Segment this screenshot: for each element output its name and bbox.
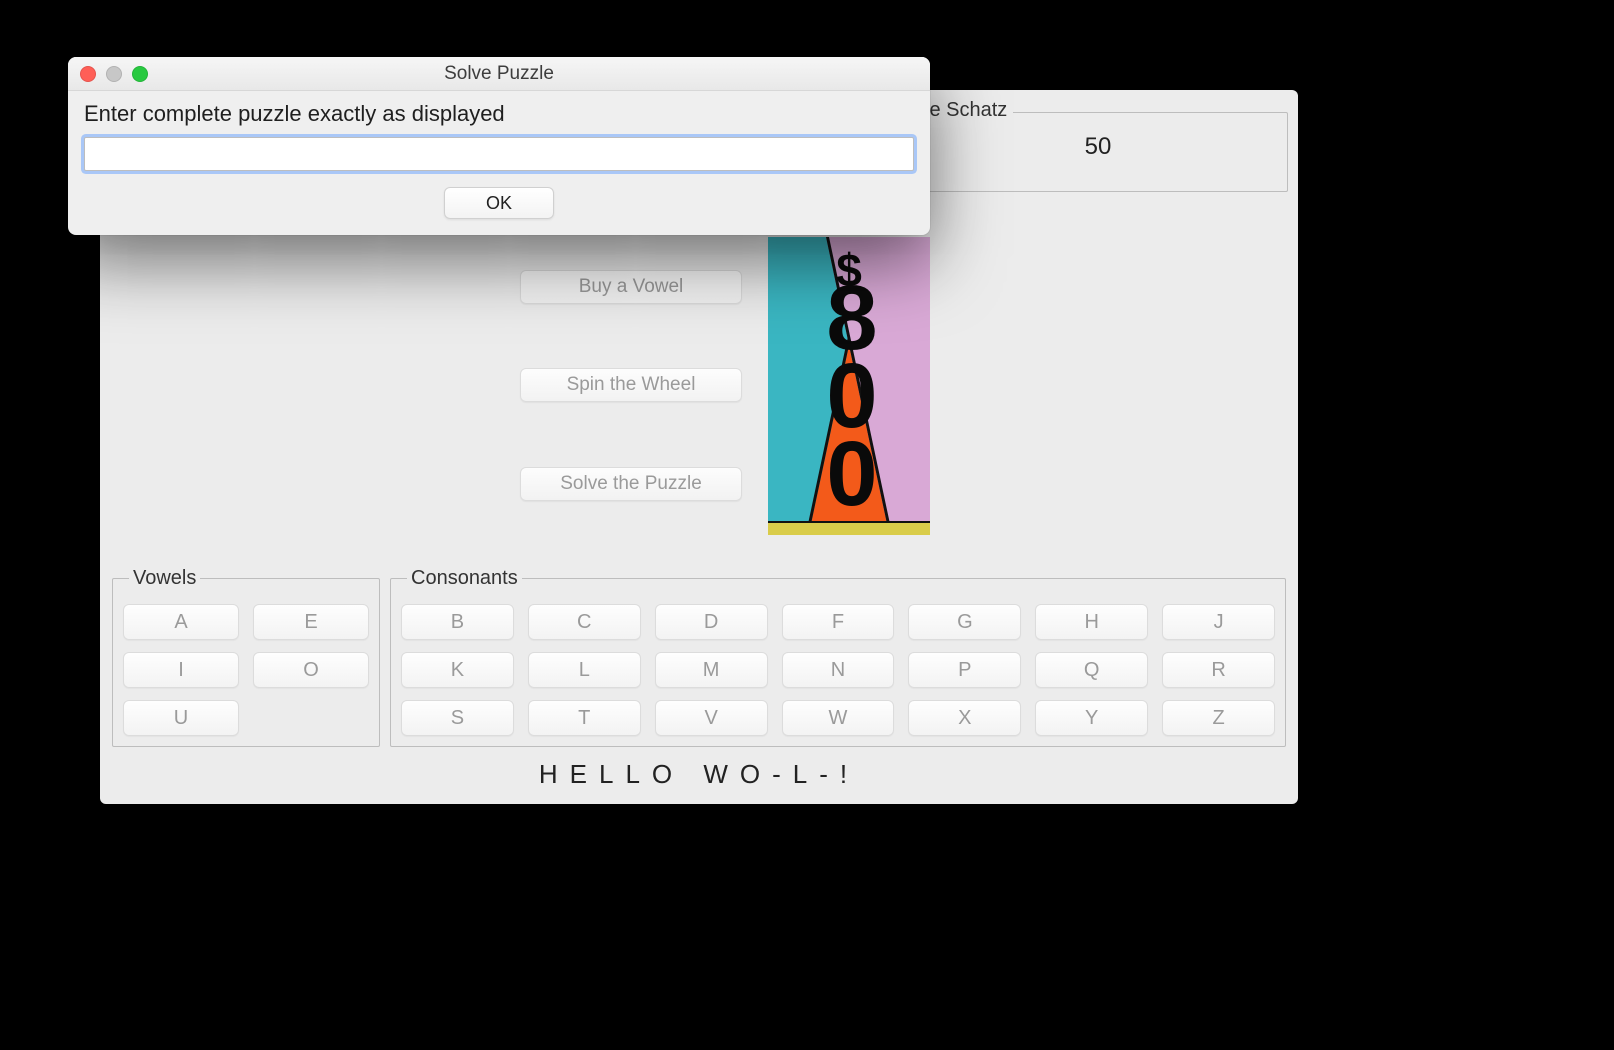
solve-puzzle-dialog: Solve Puzzle Enter complete puzzle exact… bbox=[68, 57, 930, 235]
letter-button-g[interactable]: G bbox=[908, 604, 1021, 640]
letter-button-p[interactable]: P bbox=[908, 652, 1021, 688]
wheel-amount: 800 bbox=[778, 279, 920, 513]
vowels-grid: AEIOU bbox=[123, 604, 369, 736]
letter-button-y[interactable]: Y bbox=[1035, 700, 1148, 736]
letter-button-x[interactable]: X bbox=[908, 700, 1021, 736]
player-name-label: le Schatz bbox=[919, 99, 1013, 122]
letter-button-f[interactable]: F bbox=[782, 604, 895, 640]
letter-button-e[interactable]: E bbox=[253, 604, 369, 640]
letter-button-s[interactable]: S bbox=[401, 700, 514, 736]
solve-puzzle-input[interactable] bbox=[84, 137, 914, 171]
letter-button-h[interactable]: H bbox=[1035, 604, 1148, 640]
consonants-legend: Consonants bbox=[407, 567, 522, 590]
consonants-grid: BCDFGHJ KLMNPQR STVWXYZ bbox=[401, 604, 1275, 736]
consonants-group: Consonants BCDFGHJ KLMNPQR STVWXYZ bbox=[390, 567, 1286, 747]
dialog-title: Solve Puzzle bbox=[444, 63, 554, 84]
letter-button-l[interactable]: L bbox=[528, 652, 641, 688]
dialog-prompt: Enter complete puzzle exactly as display… bbox=[84, 101, 914, 127]
wheel-image: $ 800 bbox=[768, 237, 930, 535]
window-controls bbox=[80, 66, 148, 82]
letter-button-j[interactable]: J bbox=[1162, 604, 1275, 640]
wheel-center-slice: $ 800 bbox=[778, 237, 920, 535]
puzzle-display: HELLO WO-L-! bbox=[100, 759, 1298, 790]
vowels-legend: Vowels bbox=[129, 567, 200, 590]
zoom-icon[interactable] bbox=[132, 66, 148, 82]
letter-button-v[interactable]: V bbox=[655, 700, 768, 736]
letter-button-z[interactable]: Z bbox=[1162, 700, 1275, 736]
dialog-button-row: OK bbox=[84, 187, 914, 219]
spin-wheel-button[interactable]: Spin the Wheel bbox=[520, 368, 742, 402]
ok-button[interactable]: OK bbox=[444, 187, 554, 219]
letter-button-a[interactable]: A bbox=[123, 604, 239, 640]
vowels-group: Vowels AEIOU bbox=[112, 567, 380, 747]
letter-button-r[interactable]: R bbox=[1162, 652, 1275, 688]
letter-button-i[interactable]: I bbox=[123, 652, 239, 688]
solve-puzzle-button[interactable]: Solve the Puzzle bbox=[520, 467, 742, 501]
letter-button-c[interactable]: C bbox=[528, 604, 641, 640]
close-icon[interactable] bbox=[80, 66, 96, 82]
buy-vowel-button[interactable]: Buy a Vowel bbox=[520, 270, 742, 304]
letter-button-b[interactable]: B bbox=[401, 604, 514, 640]
letter-button-k[interactable]: K bbox=[401, 652, 514, 688]
letter-button-w[interactable]: W bbox=[782, 700, 895, 736]
minimize-icon[interactable] bbox=[106, 66, 122, 82]
letter-button-d[interactable]: D bbox=[655, 604, 768, 640]
letter-button-q[interactable]: Q bbox=[1035, 652, 1148, 688]
player-score-value: 50 bbox=[909, 133, 1287, 161]
dialog-body: Enter complete puzzle exactly as display… bbox=[68, 91, 930, 235]
letter-button-t[interactable]: T bbox=[528, 700, 641, 736]
letter-button-m[interactable]: M bbox=[655, 652, 768, 688]
wheel-rim bbox=[768, 521, 930, 535]
dialog-titlebar[interactable]: Solve Puzzle bbox=[68, 57, 930, 91]
letter-button-o[interactable]: O bbox=[253, 652, 369, 688]
letter-button-u[interactable]: U bbox=[123, 700, 239, 736]
letter-button-n[interactable]: N bbox=[782, 652, 895, 688]
player-score-group: le Schatz 50 bbox=[908, 112, 1288, 192]
